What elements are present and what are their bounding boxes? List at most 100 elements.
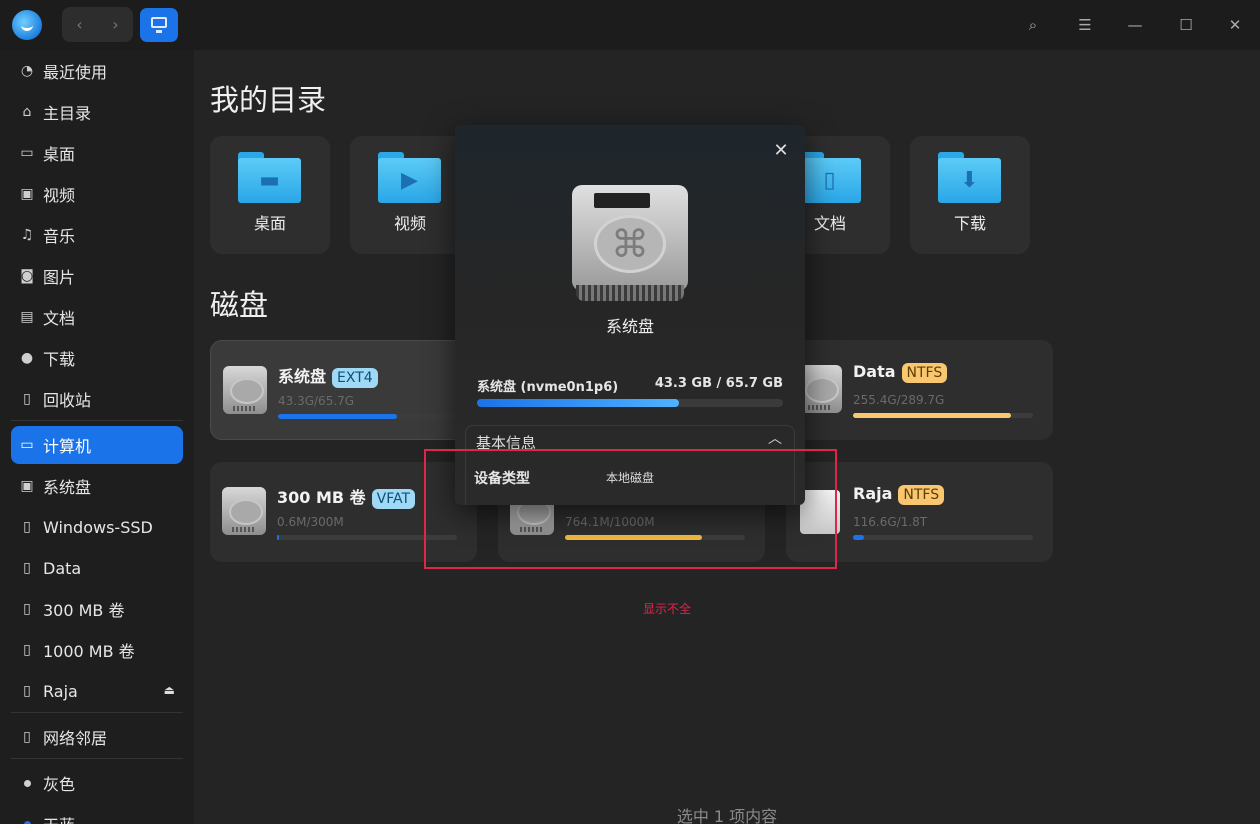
sidebar-item[interactable]: ▤ 文档 — [11, 298, 183, 336]
folder-icon: ▯ — [798, 152, 861, 203]
sidebar-item[interactable]: ▣ 视频 — [11, 175, 183, 213]
sidebar-item-label: 视频 — [43, 186, 76, 205]
app-logo-icon — [12, 10, 42, 40]
disk-card[interactable]: Data NTFS 255.4G/289.7G — [786, 340, 1053, 440]
sidebar-item[interactable]: ▯ Windows-SSD — [11, 508, 183, 546]
sidebar-item-label: 音乐 — [43, 227, 76, 246]
folder-card[interactable]: ⬇ 下载 — [910, 136, 1030, 254]
disks-title: 磁盘 — [210, 288, 269, 322]
search-icon[interactable]: ⌕ — [1020, 12, 1046, 38]
video-icon: ▣ — [20, 186, 34, 202]
sidebar-item[interactable]: ▯ Data — [11, 549, 183, 587]
disk-usage-bar — [853, 413, 1033, 418]
disk-usage-fill — [853, 413, 1011, 418]
sidebar-item[interactable]: ♫ 音乐 — [11, 216, 183, 254]
disk-name: 系统盘 EXT4 — [278, 363, 378, 388]
sidebar-item[interactable]: ▭ 计算机 — [11, 426, 183, 464]
music-icon: ♫ — [20, 227, 34, 243]
disk-usage-fill — [277, 535, 279, 540]
filesystem-badge: NTFS — [898, 485, 945, 505]
sidebar-item-label: 计算机 — [43, 437, 92, 456]
computer-view-button[interactable] — [140, 8, 178, 42]
sidebar-item-label: 桌面 — [43, 145, 76, 164]
sidebar-item[interactable]: ● 下载 — [11, 339, 183, 377]
folder-icon: ▶ — [378, 152, 441, 203]
sidebar-item[interactable]: ▯ 网络邻居 — [11, 718, 183, 756]
forward-button[interactable]: › — [98, 7, 133, 42]
title-bar: ‹ › ⌕ ☰ — ☐ ✕ — [0, 0, 1260, 50]
disk-usage-text: 255.4G/289.7G — [853, 393, 945, 407]
sidebar-item[interactable]: ▯ 1000 MB 卷 — [11, 631, 183, 669]
annotation-box — [424, 449, 837, 569]
eject-icon[interactable]: ⏏ — [164, 683, 175, 697]
sidebar-item[interactable]: ⌂ 主目录 — [11, 93, 183, 131]
dialog-disk-name: 系统盘 (nvme0n1p6) — [477, 380, 619, 395]
sidebar-item-label: 图片 — [43, 268, 76, 287]
disk-usage-fill — [853, 535, 864, 540]
usb-disk-icon: ▯ — [23, 683, 31, 699]
disk-icon: ▯ — [23, 601, 31, 617]
filesystem-badge: VFAT — [371, 489, 416, 509]
hard-disk-icon — [223, 366, 267, 414]
folder-card[interactable]: ▶ 视频 — [350, 136, 470, 254]
sidebar-item[interactable]: ▯ 回收站 — [11, 380, 183, 418]
disk-name: Data NTFS — [853, 362, 948, 383]
folder-label: 视频 — [393, 214, 426, 233]
back-button[interactable]: ‹ — [62, 7, 97, 42]
sidebar-item[interactable]: ▯ Raja ⏏ — [11, 672, 183, 710]
sidebar-item[interactable]: ▣ 系统盘 — [11, 467, 183, 505]
system-disk-icon: ▣ — [20, 478, 34, 494]
document-icon: ▤ — [20, 309, 34, 325]
disk-name: 300 MB 卷 VFAT — [277, 484, 416, 509]
sidebar-item-label: 灰色 — [43, 775, 76, 794]
folder-label: 桌面 — [253, 214, 286, 233]
sidebar-item-label: 1000 MB 卷 — [43, 642, 135, 661]
dialog-usage-fill — [477, 399, 679, 407]
sidebar-item-label: 下载 — [43, 350, 76, 369]
chevron-up-icon[interactable]: ︿ — [768, 428, 782, 448]
disk-card[interactable]: 系统盘 EXT4 43.3G/65.7G — [210, 340, 477, 440]
home-icon: ⌂ — [22, 104, 32, 120]
disk-usage-fill — [278, 414, 397, 419]
sidebar-item-label: Windows-SSD — [43, 517, 153, 537]
dialog-disk-size: 43.3 GB / 65.7 GB — [654, 376, 783, 391]
dialog-title: 系统盘 — [605, 317, 654, 336]
menu-icon[interactable]: ☰ — [1072, 12, 1098, 38]
desktop-icon: ▭ — [20, 145, 34, 161]
filesystem-badge: NTFS — [901, 363, 948, 383]
sidebar-item-label: 主目录 — [43, 104, 92, 123]
trash-icon: ▯ — [23, 391, 31, 407]
sidebar-item-label: Data — [43, 558, 82, 578]
folder-icon: ▬ — [238, 152, 301, 203]
sidebar-item[interactable]: ▯ 300 MB 卷 — [11, 590, 183, 628]
sidebar-item-label: Raja — [43, 681, 78, 701]
minimize-icon[interactable]: — — [1122, 12, 1148, 38]
sidebar-item[interactable]: 天蓝 — [11, 805, 183, 824]
sidebar-item[interactable]: ▭ 桌面 — [11, 134, 183, 172]
disk-usage-bar — [853, 535, 1033, 540]
sidebar-item[interactable]: 灰色 — [11, 764, 183, 802]
close-icon[interactable]: ✕ — [1222, 12, 1248, 38]
disk-usage-text: 0.6M/300M — [277, 515, 344, 529]
sidebar-item[interactable]: ◙ 图片 — [11, 257, 183, 295]
my-directories-title: 我的目录 — [210, 83, 327, 117]
sidebar-item-label: 文档 — [43, 309, 76, 328]
sidebar-item[interactable]: ◔ 最近使用 — [11, 52, 183, 90]
dialog-close-button[interactable]: ✕ — [769, 139, 793, 163]
disk-usage-text: 43.3G/65.7G — [278, 394, 355, 408]
sidebar-item-label: 最近使用 — [43, 63, 108, 82]
maximize-icon[interactable]: ☐ — [1173, 12, 1199, 38]
sidebar-separator — [11, 758, 183, 759]
sidebar-item-label: 系统盘 — [43, 478, 92, 497]
disk-properties-dialog: ✕ ⌘ 系统盘 系统盘 (nvme0n1p6) 43.3 GB / 65.7 G… — [455, 125, 805, 505]
folder-card[interactable]: ▬ 桌面 — [210, 136, 330, 254]
sidebar-item-label: 网络邻居 — [43, 729, 108, 748]
sidebar-separator — [11, 712, 183, 713]
download-icon: ● — [20, 350, 34, 366]
folder-icon: ⬇ — [938, 152, 1001, 203]
disk-icon: ▯ — [23, 642, 31, 658]
disk-name: Raja NTFS — [853, 484, 945, 505]
tag-gray-icon — [17, 775, 37, 791]
sidebar-item-label: 天蓝 — [43, 812, 75, 824]
disk-icon: ▯ — [23, 519, 31, 535]
